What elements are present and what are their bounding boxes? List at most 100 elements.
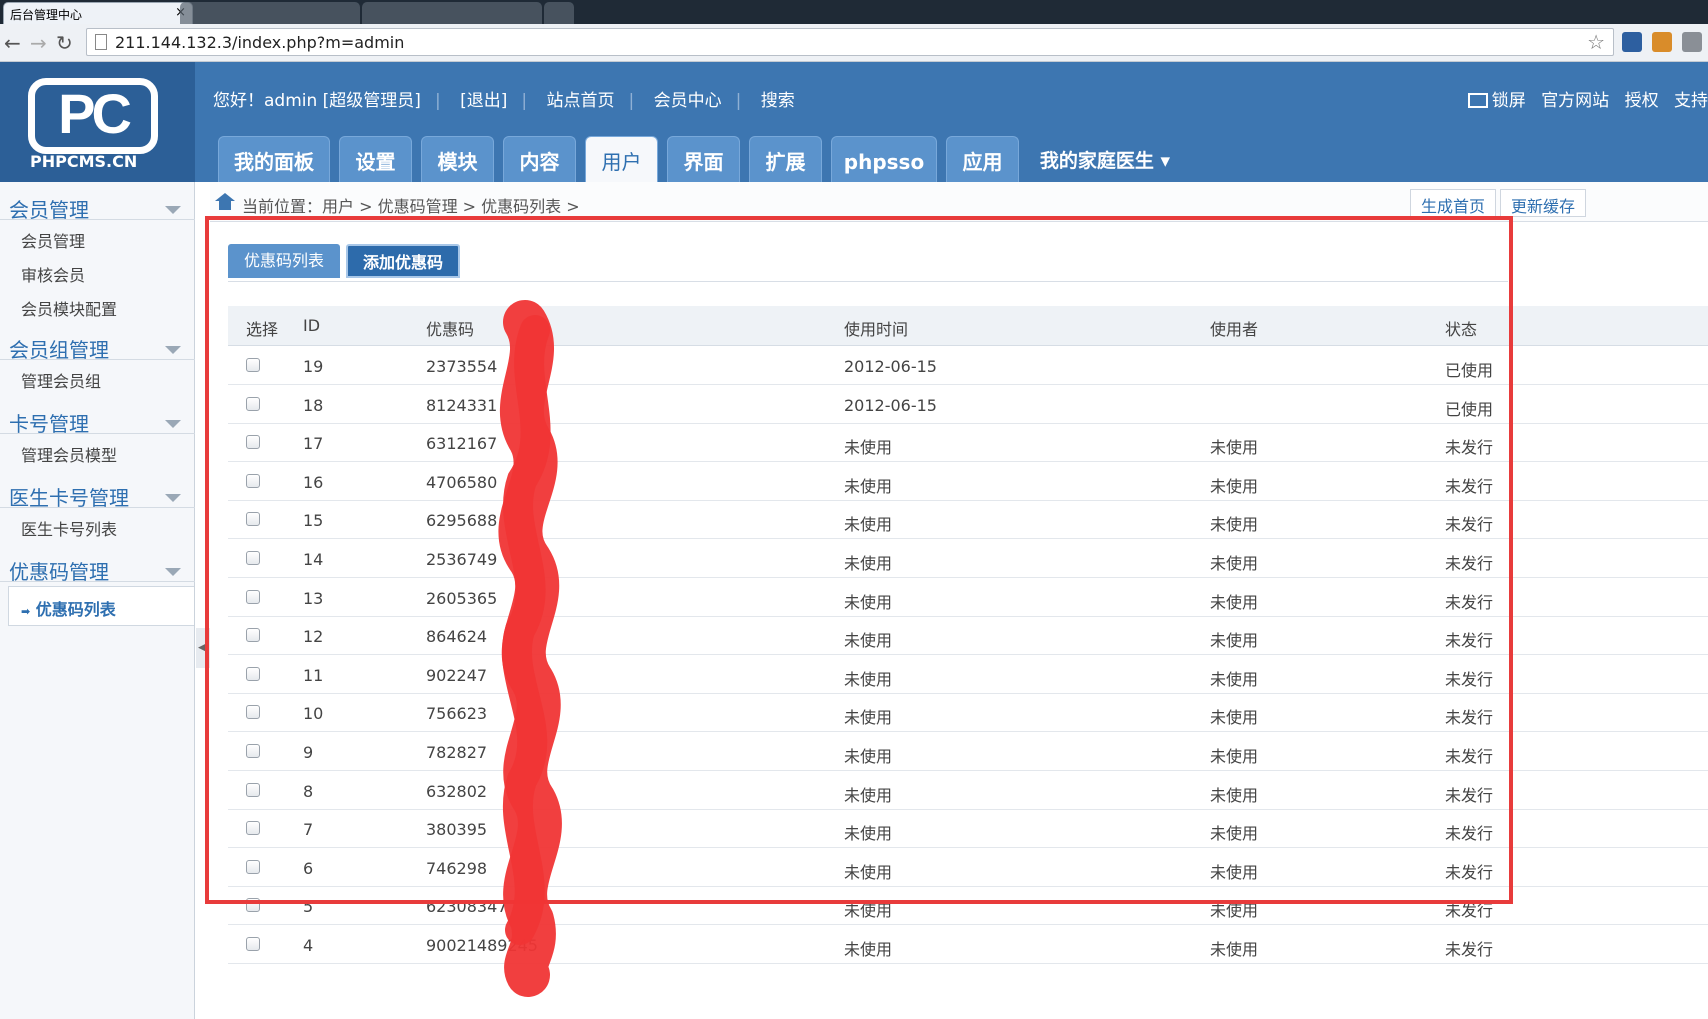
cell-code: 90021489245 bbox=[426, 936, 538, 955]
sidebar-group-doctor-cards[interactable]: 医生卡号管理 bbox=[0, 464, 195, 510]
tab-content[interactable]: 内容 bbox=[503, 136, 576, 182]
col-user: 使用者 bbox=[1210, 320, 1259, 339]
sidebar-item-audit[interactable]: 审核会员 bbox=[21, 262, 85, 286]
cell-status: 未发行 bbox=[1445, 592, 1494, 612]
row-checkbox[interactable] bbox=[246, 937, 260, 951]
row-checkbox[interactable] bbox=[246, 821, 260, 836]
cell-user: 未使用 bbox=[1210, 476, 1259, 496]
tab-add-coupon[interactable]: 添加优惠码 bbox=[346, 244, 460, 278]
sidebar-item-member-models[interactable]: 管理会员模型 bbox=[21, 442, 117, 466]
phpcms-logo[interactable]: PC PHPCMS.CN bbox=[0, 62, 195, 182]
col-code: 优惠码 bbox=[426, 320, 475, 339]
cell-id: 19 bbox=[303, 357, 324, 376]
generate-home-button[interactable]: 生成首页 bbox=[1410, 189, 1497, 217]
lock-screen-link[interactable]: 锁屏 bbox=[1467, 91, 1526, 111]
row-checkbox[interactable] bbox=[246, 782, 260, 797]
tab-dashboard[interactable]: 我的面板 bbox=[218, 136, 330, 182]
browser-tab[interactable] bbox=[362, 2, 542, 24]
sidebar: 会员管理 会员管理 审核会员 会员模块配置 会员组管理 管理会员组 卡号管理 管… bbox=[0, 182, 195, 1019]
col-id: ID bbox=[303, 316, 321, 335]
table-row: 17 6312167 未使用 未使用 未发行 bbox=[228, 424, 1708, 463]
cell-user: 未使用 bbox=[1210, 940, 1259, 959]
home-icon[interactable] bbox=[215, 193, 235, 210]
greeting: 您好！admin [超级管理员] bbox=[213, 91, 421, 111]
cell-id: 11 bbox=[303, 665, 324, 685]
row-checkbox[interactable] bbox=[246, 396, 260, 411]
back-icon[interactable]: ← bbox=[4, 31, 21, 55]
cell-code: 4706580 bbox=[426, 472, 498, 492]
sidebar-group-cards[interactable]: 卡号管理 bbox=[0, 390, 195, 436]
col-status: 状态 bbox=[1445, 320, 1478, 339]
official-site-link[interactable]: 官方网站 bbox=[1541, 91, 1609, 111]
member-center-link[interactable]: 会员中心 bbox=[654, 91, 722, 111]
search-link[interactable]: 搜索 bbox=[761, 91, 795, 111]
cell-id: 17 bbox=[303, 434, 324, 454]
tab-users[interactable]: 用户 bbox=[585, 136, 658, 182]
sidebar-group-members[interactable]: 会员管理 bbox=[0, 176, 195, 222]
sidebar-collapse-handle[interactable]: ◀ bbox=[196, 628, 210, 668]
row-checkbox[interactable] bbox=[246, 666, 260, 681]
browser-tab[interactable] bbox=[180, 2, 360, 24]
sidebar-item-doctor-card-list[interactable]: 医生卡号列表 bbox=[21, 516, 117, 540]
extension-icon[interactable] bbox=[1652, 32, 1672, 52]
new-tab-button[interactable] bbox=[544, 2, 574, 24]
cell-id: 7 bbox=[303, 820, 314, 840]
col-select: 选择 bbox=[246, 320, 279, 339]
reload-icon[interactable]: ↻ bbox=[56, 31, 73, 55]
sidebar-item-coupon-list[interactable]: ➡ 优惠码列表 bbox=[8, 586, 194, 626]
table-row: 12 864624 未使用 未使用 未发行 bbox=[228, 617, 1708, 656]
table-row: 19 2373554 2012-06-15 已使用 bbox=[228, 347, 1708, 385]
cell-status: 未发行 bbox=[1445, 747, 1494, 766]
tab-phpsso[interactable]: phpsso bbox=[831, 136, 937, 182]
tab-coupon-list[interactable]: 优惠码列表 bbox=[228, 244, 340, 278]
breadcrumb-bar: 当前位置：用户 > 优惠码管理 > 优惠码列表 > 生成首页 更新缓存 bbox=[210, 182, 1708, 222]
row-checkbox[interactable] bbox=[246, 898, 260, 913]
site-dropdown[interactable]: 我的家庭医生 ▾ bbox=[1024, 136, 1186, 182]
support-link[interactable]: 支持 bbox=[1674, 91, 1708, 111]
bookmark-star-icon[interactable]: ☆ bbox=[1587, 30, 1605, 54]
sidebar-group-coupons[interactable]: 优惠码管理 bbox=[0, 538, 195, 584]
update-cache-button[interactable]: 更新缓存 bbox=[1500, 189, 1587, 217]
sub-tabs: 优惠码列表 添加优惠码 bbox=[228, 244, 1508, 282]
row-checkbox[interactable] bbox=[246, 628, 260, 643]
row-checkbox[interactable] bbox=[246, 859, 260, 874]
row-checkbox[interactable] bbox=[246, 473, 260, 488]
sidebar-item-manage-groups[interactable]: 管理会员组 bbox=[21, 368, 101, 392]
row-checkbox[interactable] bbox=[246, 705, 260, 720]
cell-status: 未发行 bbox=[1445, 669, 1494, 689]
cell-id: 9 bbox=[303, 743, 314, 762]
site-home-link[interactable]: 站点首页 bbox=[546, 91, 614, 111]
tab-modules[interactable]: 模块 bbox=[421, 136, 494, 182]
cell-user: 未使用 bbox=[1210, 669, 1259, 689]
forward-icon[interactable]: → bbox=[30, 31, 47, 55]
cell-used-time: 未使用 bbox=[844, 708, 893, 728]
row-checkbox[interactable] bbox=[246, 744, 260, 758]
table-row: 15 6295688 未使用 未使用 未发行 bbox=[228, 501, 1708, 540]
row-checkbox[interactable] bbox=[246, 589, 260, 604]
row-checkbox[interactable] bbox=[246, 358, 260, 372]
sidebar-group-member-groups[interactable]: 会员组管理 bbox=[0, 316, 195, 362]
address-bar[interactable]: 211.144.132.3/index.php?m=admin ☆ bbox=[86, 28, 1614, 56]
row-checkbox[interactable] bbox=[246, 551, 260, 565]
menu-icon[interactable] bbox=[1682, 32, 1702, 52]
tab-interface[interactable]: 界面 bbox=[667, 136, 740, 182]
tab-apps[interactable]: 应用 bbox=[946, 136, 1019, 182]
cell-used-time: 未使用 bbox=[844, 940, 893, 959]
cell-id: 13 bbox=[303, 588, 324, 608]
cell-user: 未使用 bbox=[1210, 438, 1259, 458]
table-row: 14 2536749 未使用 未使用 未发行 bbox=[228, 540, 1708, 578]
license-link[interactable]: 授权 bbox=[1625, 91, 1659, 111]
cell-code: 6312167 bbox=[426, 434, 498, 454]
tab-extensions[interactable]: 扩展 bbox=[749, 136, 822, 182]
tab-settings[interactable]: 设置 bbox=[339, 136, 412, 182]
row-checkbox[interactable] bbox=[246, 435, 260, 450]
logout-link[interactable]: [退出] bbox=[460, 91, 507, 111]
main-content: 优惠码列表 添加优惠码 选择 ID 优惠码 使用时间 使用者 状态 19 2373… bbox=[210, 222, 1708, 1019]
monitor-icon bbox=[1467, 93, 1488, 108]
sidebar-item-members[interactable]: 会员管理 bbox=[21, 228, 85, 252]
collapse-arrow-icon bbox=[165, 346, 181, 354]
extension-icon[interactable] bbox=[1622, 32, 1642, 52]
row-checkbox[interactable] bbox=[246, 512, 260, 527]
cell-used-time: 未使用 bbox=[844, 438, 893, 458]
browser-tab-active[interactable]: 后台管理中心 × bbox=[3, 2, 193, 24]
